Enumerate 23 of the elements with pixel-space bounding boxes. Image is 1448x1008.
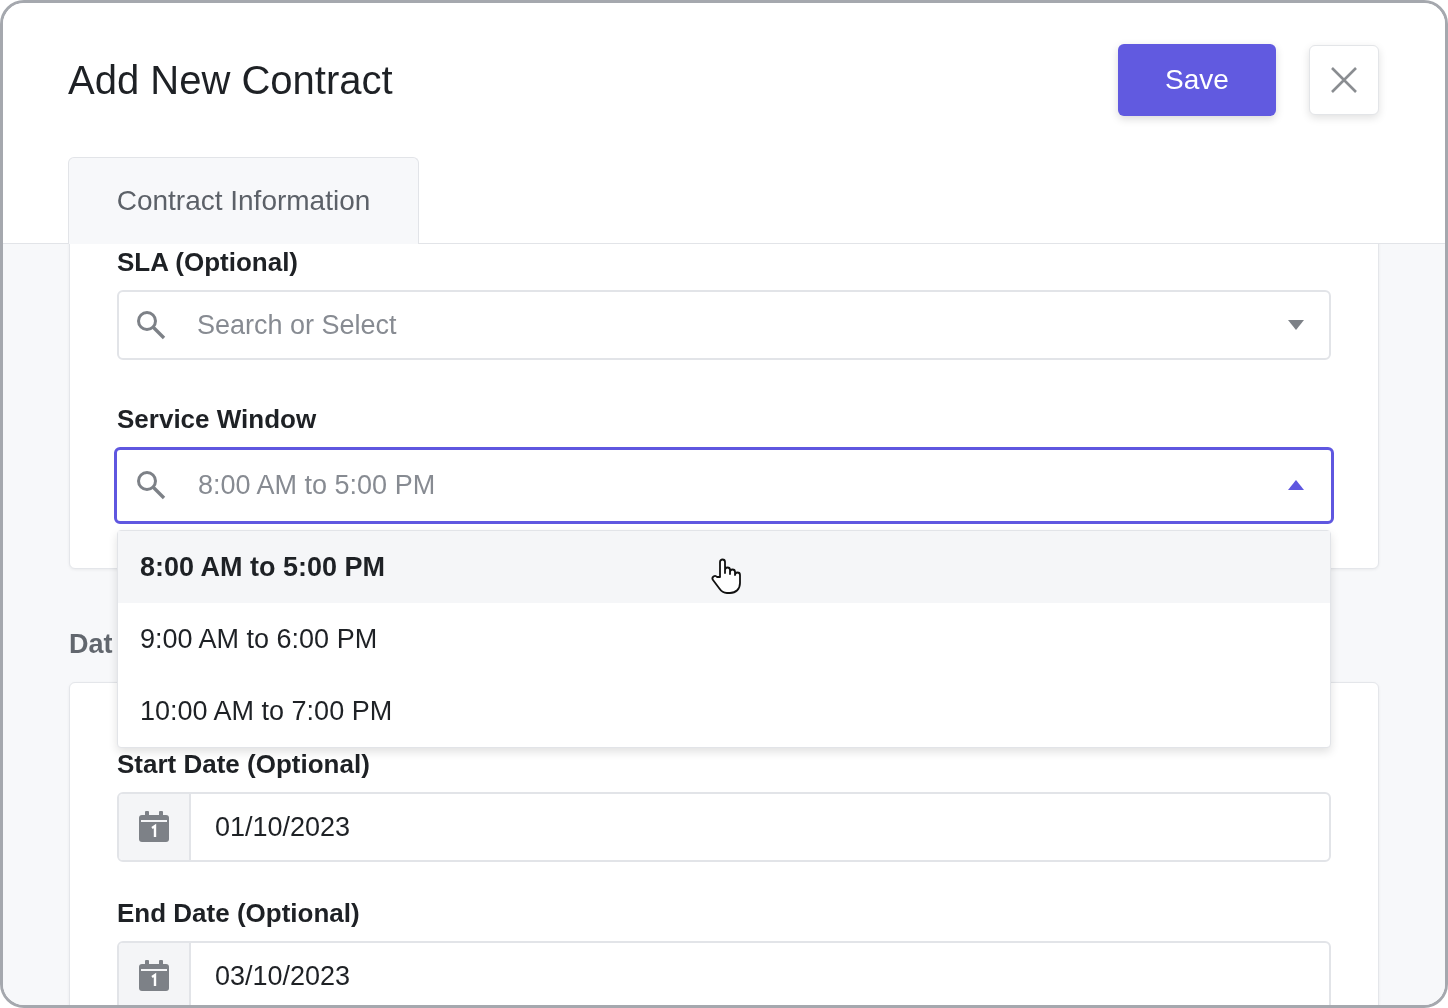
field-label: Start Date (Optional) (117, 749, 371, 779)
dropdown-option[interactable]: 10:00 AM to 7:00 PM (118, 675, 1330, 747)
close-icon (1329, 65, 1359, 95)
hand-cursor-icon (710, 557, 744, 595)
date-field[interactable]: 03/10/2023 (117, 941, 1331, 1005)
caret-up-icon (1287, 479, 1305, 491)
search-icon (135, 309, 167, 341)
calendar-icon (119, 943, 191, 1005)
dialog-title: Add New Contract (68, 57, 394, 103)
select-field[interactable]: 8:00 AM to 5:00 PM (114, 447, 1334, 524)
dropdown-option[interactable]: 9:00 AM to 6:00 PM (118, 603, 1330, 675)
dropdown-option[interactable]: 8:00 AM to 5:00 PM (118, 531, 1330, 603)
close-button[interactable] (1309, 45, 1379, 115)
field-label: Service Window (117, 404, 318, 434)
tab[interactable]: Contract Information (68, 157, 419, 244)
search-icon (135, 469, 167, 501)
section-heading: Dat (69, 629, 113, 659)
save-button[interactable]: Save (1118, 44, 1276, 116)
field-label: SLA (Optional) (117, 247, 299, 277)
field-label: End Date (Optional) (117, 898, 361, 928)
date-field[interactable]: 01/10/2023 (117, 792, 1331, 862)
caret-down-icon (1287, 319, 1305, 331)
calendar-icon (119, 794, 191, 860)
